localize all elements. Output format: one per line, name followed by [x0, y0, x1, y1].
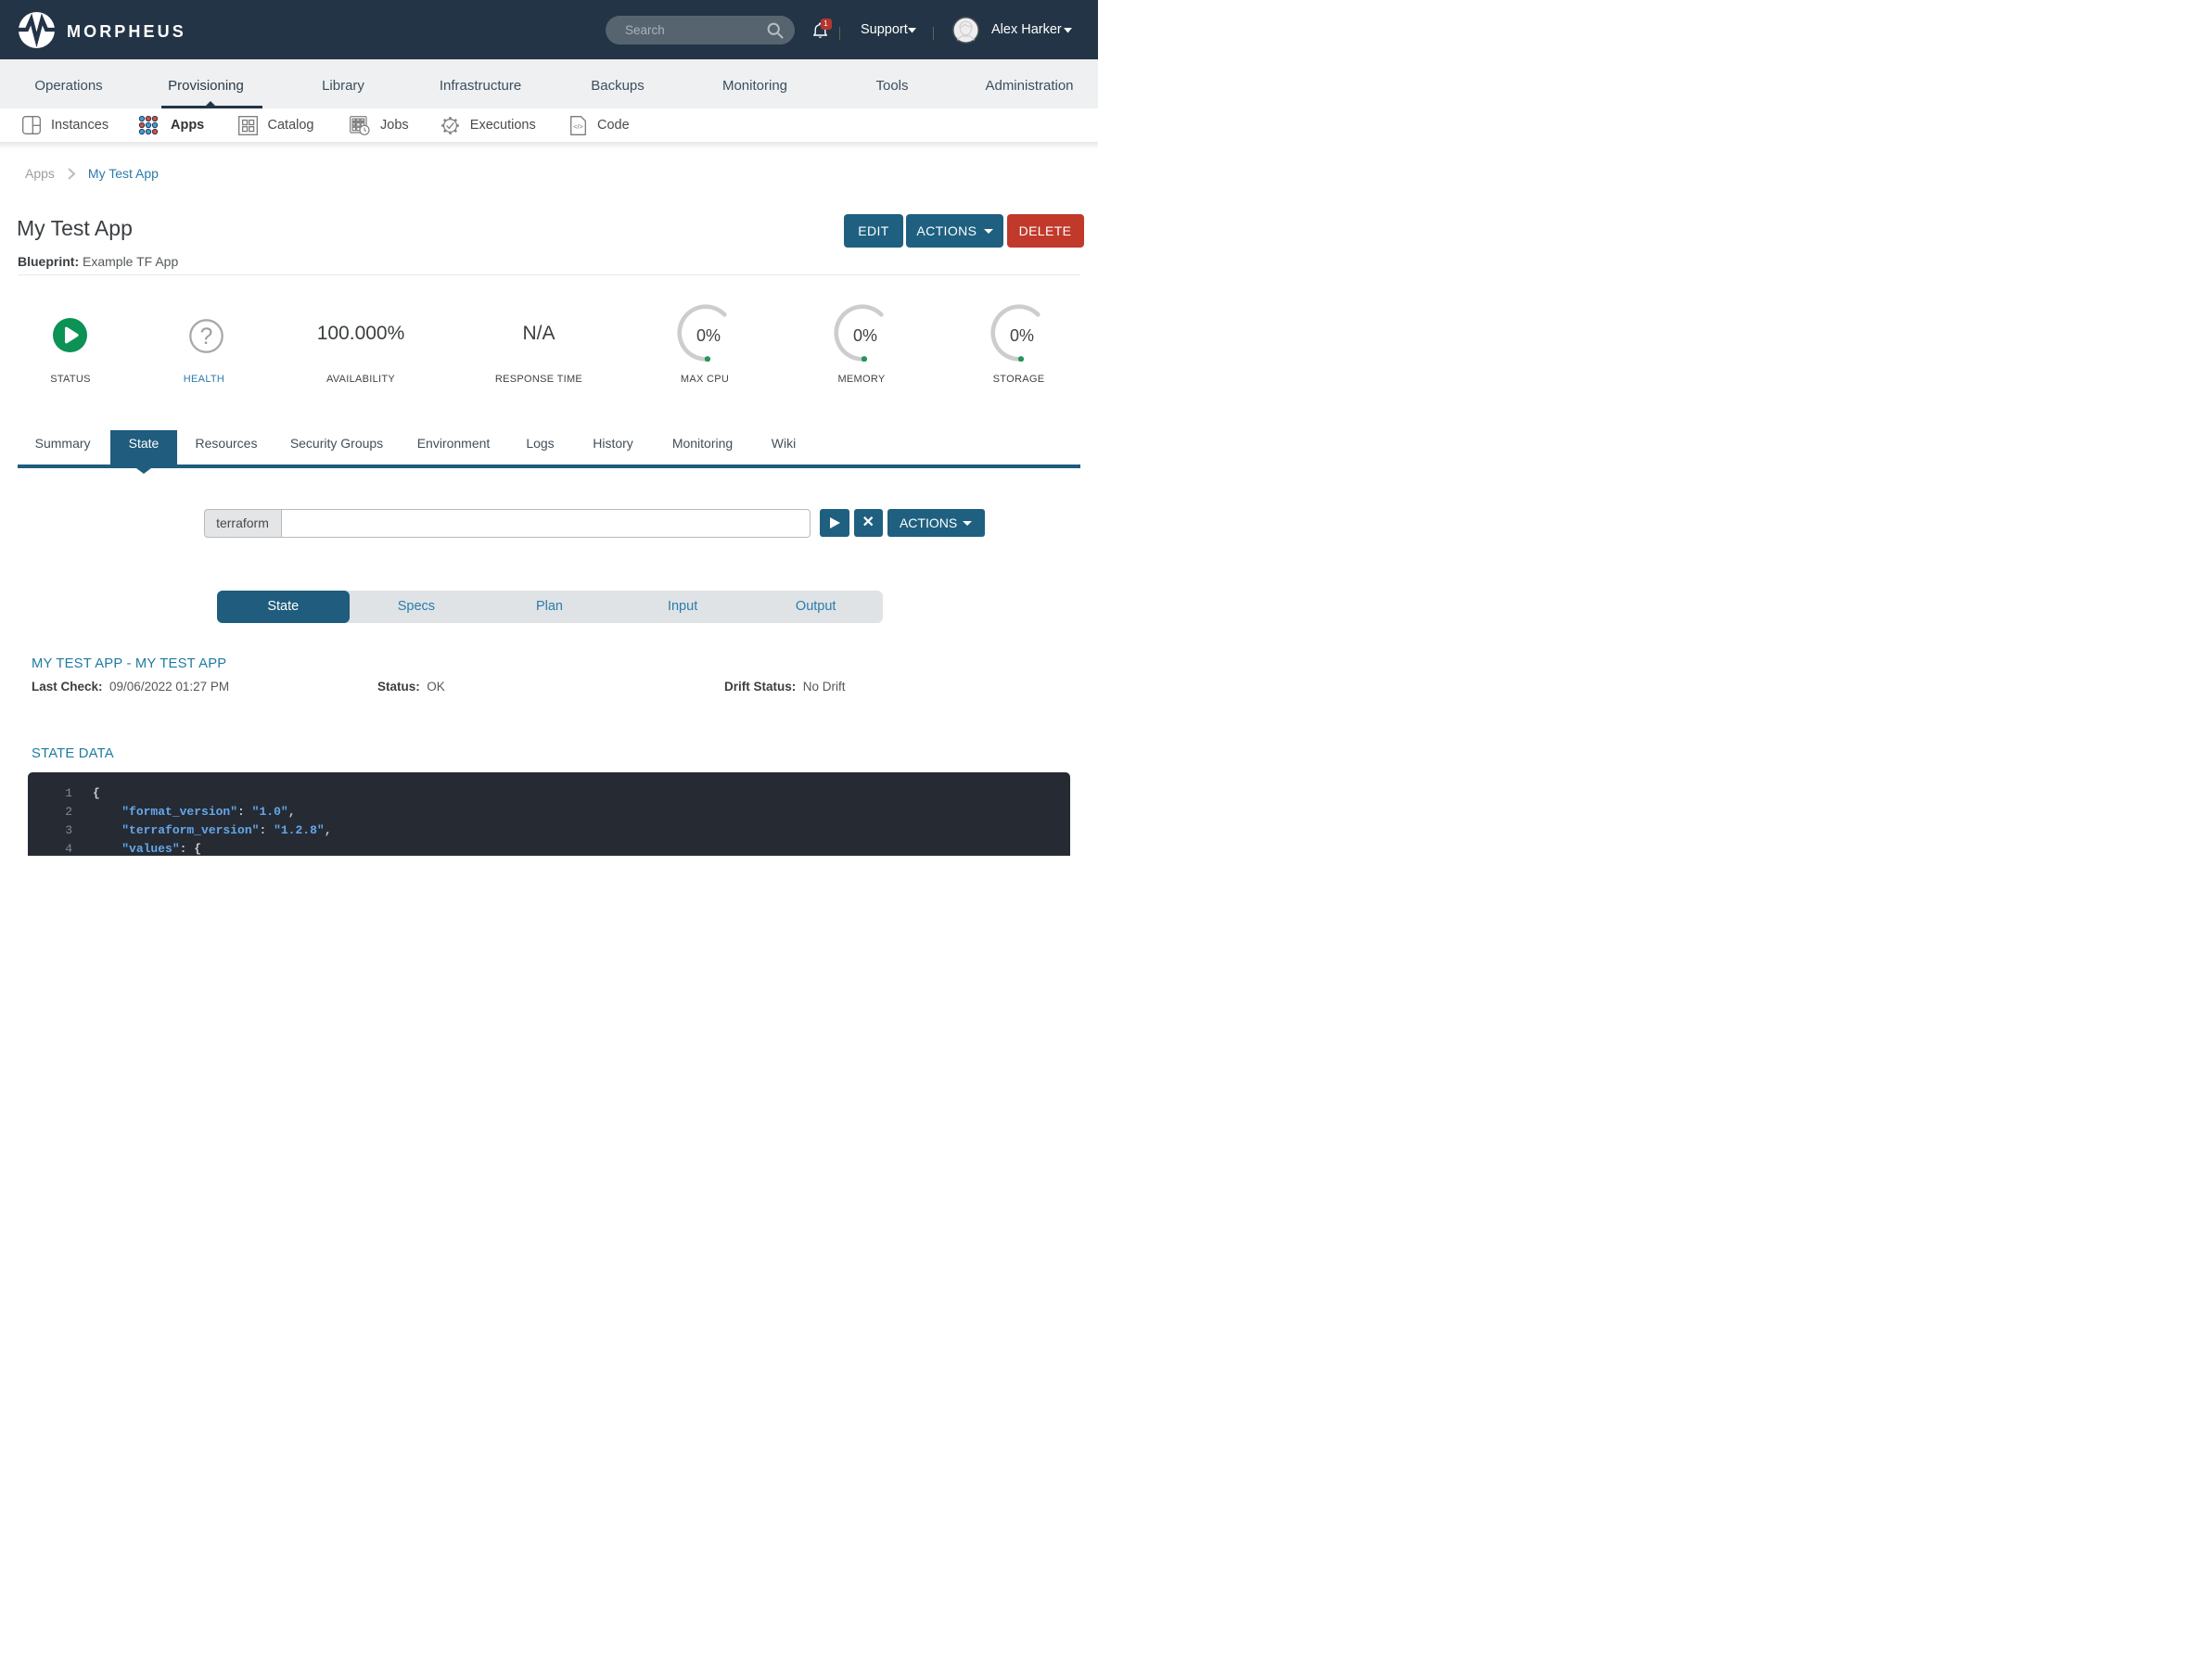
svg-text:0%: 0% [1010, 326, 1034, 345]
svg-text:?: ? [200, 324, 213, 350]
svg-text:0%: 0% [696, 326, 721, 345]
svg-text:</>: </> [573, 122, 583, 131]
svg-text:0%: 0% [853, 326, 877, 345]
